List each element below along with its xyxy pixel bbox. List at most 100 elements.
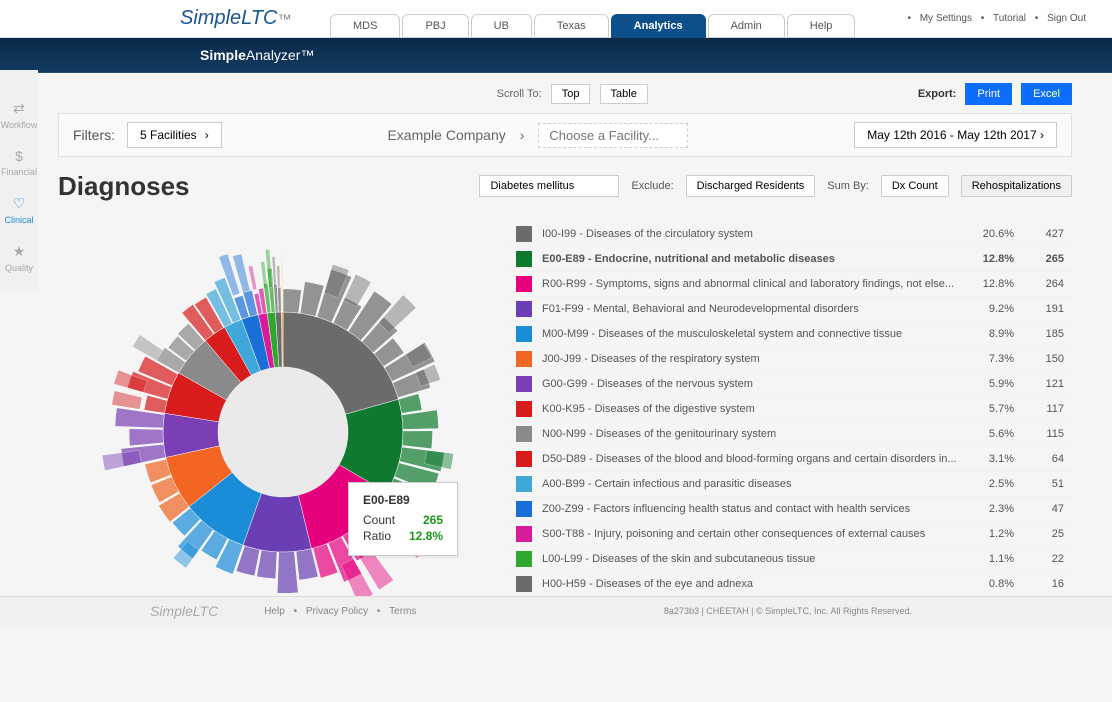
legend-count: 191	[1014, 303, 1064, 315]
legend-count: 25	[1014, 528, 1064, 540]
scroll-table-button[interactable]: Table	[600, 84, 648, 104]
legend-row[interactable]: I00-I99 - Diseases of the circulatory sy…	[508, 222, 1072, 247]
filters-label: Filters:	[73, 127, 115, 143]
footer-link-help[interactable]: Help	[264, 606, 285, 617]
legend-pct: 1.2%	[964, 528, 1014, 540]
scroll-top-button[interactable]: Top	[551, 84, 591, 104]
side-nav: ⇄Workflow $Financial ♡Clinical ★Quality	[0, 70, 38, 291]
legend-count: 115	[1014, 428, 1064, 440]
legend-count: 16	[1014, 578, 1064, 590]
legend-count: 265	[1014, 253, 1064, 265]
facility-input[interactable]	[538, 123, 688, 148]
legend-row[interactable]: M00-M99 - Diseases of the musculoskeleta…	[508, 322, 1072, 347]
legend-swatch	[516, 426, 532, 442]
legend-row[interactable]: R00-R99 - Symptoms, signs and abnormal c…	[508, 272, 1072, 297]
legend-row[interactable]: Z00-Z99 - Factors influencing health sta…	[508, 497, 1072, 522]
nav-tab-analytics[interactable]: Analytics	[611, 14, 706, 38]
legend-row[interactable]: S00-T88 - Injury, poisoning and certain …	[508, 522, 1072, 547]
nav-tab-mds[interactable]: MDS	[330, 14, 400, 38]
legend-label: M00-M99 - Diseases of the musculoskeleta…	[542, 328, 964, 340]
legend-swatch	[516, 276, 532, 292]
nav-tab-admin[interactable]: Admin	[708, 14, 785, 38]
sidebar-item-quality[interactable]: ★Quality	[5, 243, 33, 273]
sunburst-chart[interactable]	[93, 242, 473, 622]
my-settings-link[interactable]: My Settings	[920, 13, 972, 24]
date-range-picker[interactable]: May 12th 2016 - May 12th 2017 ›	[854, 122, 1057, 148]
legend-row[interactable]: F01-F99 - Mental, Behavioral and Neurode…	[508, 297, 1072, 322]
legend-pct: 5.6%	[964, 428, 1014, 440]
brand-logo: SimpleLTC™	[180, 7, 291, 30]
chart-area: E00-E89 Count 265 Ratio 12.8%	[58, 222, 508, 642]
legend-row[interactable]: E00-E89 - Endocrine, nutritional and met…	[508, 247, 1072, 272]
excel-button[interactable]: Excel	[1021, 83, 1072, 105]
legend-row[interactable]: N00-N99 - Diseases of the genitourinary …	[508, 422, 1072, 447]
sidebar-item-financial[interactable]: $Financial	[1, 148, 37, 177]
quality-icon: ★	[13, 243, 26, 260]
exclude-discharged-button[interactable]: Discharged Residents	[686, 175, 816, 197]
nav-tab-help[interactable]: Help	[787, 14, 856, 38]
chevron-right-icon: ›	[520, 127, 525, 143]
legend-swatch	[516, 351, 532, 367]
legend-swatch	[516, 401, 532, 417]
legend-swatch	[516, 226, 532, 242]
legend-pct: 8.9%	[964, 328, 1014, 340]
legend-pct: 7.3%	[964, 353, 1014, 365]
legend-label: J00-J99 - Diseases of the respiratory sy…	[542, 353, 964, 365]
legend-row[interactable]: A00-B99 - Certain infectious and parasit…	[508, 472, 1072, 497]
filters-row: Filters: 5 Facilities › Example Company …	[58, 113, 1072, 157]
financial-icon: $	[15, 148, 23, 164]
legend-count: 117	[1014, 403, 1064, 415]
legend-table: I00-I99 - Diseases of the circulatory sy…	[508, 222, 1072, 642]
sumby-rehosp-button[interactable]: Rehospitalizations	[961, 175, 1072, 197]
legend-count: 121	[1014, 378, 1064, 390]
scroll-to-group: Scroll To: Top Table	[497, 84, 648, 104]
legend-count: 51	[1014, 478, 1064, 490]
sidebar-item-workflow[interactable]: ⇄Workflow	[1, 100, 38, 130]
legend-pct: 5.9%	[964, 378, 1014, 390]
legend-swatch	[516, 301, 532, 317]
nav-tab-ub[interactable]: UB	[471, 14, 532, 38]
legend-row[interactable]: K00-K95 - Diseases of the digestive syst…	[508, 397, 1072, 422]
copyright: 8a273b3 | CHEETAH | © SimpleLTC, Inc. Al…	[664, 606, 912, 616]
sumby-label: Sum By:	[827, 180, 869, 192]
main-nav-tabs: MDSPBJUBTexasAnalyticsAdminHelp	[330, 14, 855, 38]
legend-row[interactable]: L00-L99 - Diseases of the skin and subcu…	[508, 547, 1072, 572]
controls-row: Scroll To: Top Table Export: Print Excel	[58, 83, 1072, 105]
legend-row[interactable]: D50-D89 - Diseases of the blood and bloo…	[508, 447, 1072, 472]
sub-controls: Exclude: Discharged Residents Sum By: Dx…	[479, 175, 1072, 197]
legend-label: E00-E89 - Endocrine, nutritional and met…	[542, 253, 964, 265]
facilities-dropdown[interactable]: 5 Facilities ›	[127, 122, 222, 148]
legend-label: I00-I99 - Diseases of the circulatory sy…	[542, 228, 964, 240]
legend-pct: 9.2%	[964, 303, 1014, 315]
tutorial-link[interactable]: Tutorial	[993, 13, 1026, 24]
legend-count: 427	[1014, 228, 1064, 240]
legend-row[interactable]: H00-H59 - Diseases of the eye and adnexa…	[508, 572, 1072, 597]
footer-link-privacy-policy[interactable]: Privacy Policy	[306, 606, 368, 617]
sign-out-link[interactable]: Sign Out	[1047, 13, 1086, 24]
diagnosis-search-input[interactable]	[479, 175, 619, 197]
nav-tab-texas[interactable]: Texas	[534, 14, 609, 38]
legend-pct: 2.3%	[964, 503, 1014, 515]
clinical-icon: ♡	[13, 195, 26, 212]
legend-row[interactable]: J00-J99 - Diseases of the respiratory sy…	[508, 347, 1072, 372]
sumby-dxcount-button[interactable]: Dx Count	[881, 175, 949, 197]
top-bar: SimpleLTC™ MDSPBJUBTexasAnalyticsAdminHe…	[0, 0, 1112, 38]
print-button[interactable]: Print	[965, 83, 1012, 105]
legend-swatch	[516, 551, 532, 567]
sidebar-item-clinical[interactable]: ♡Clinical	[4, 195, 33, 225]
legend-pct: 2.5%	[964, 478, 1014, 490]
chart-tooltip: E00-E89 Count 265 Ratio 12.8%	[348, 482, 458, 556]
content-split: E00-E89 Count 265 Ratio 12.8% I00-I99 - …	[58, 222, 1072, 642]
legend-row[interactable]: G00-G99 - Diseases of the nervous system…	[508, 372, 1072, 397]
footer-link-terms[interactable]: Terms	[389, 606, 416, 617]
legend-pct: 12.8%	[964, 253, 1014, 265]
legend-pct: 12.8%	[964, 278, 1014, 290]
legend-label: Z00-Z99 - Factors influencing health sta…	[542, 503, 964, 515]
legend-label: L00-L99 - Diseases of the skin and subcu…	[542, 553, 964, 565]
legend-count: 150	[1014, 353, 1064, 365]
legend-pct: 20.6%	[964, 228, 1014, 240]
nav-tab-pbj[interactable]: PBJ	[402, 14, 468, 38]
legend-swatch	[516, 251, 532, 267]
tooltip-ratio: 12.8%	[409, 529, 443, 543]
legend-count: 185	[1014, 328, 1064, 340]
